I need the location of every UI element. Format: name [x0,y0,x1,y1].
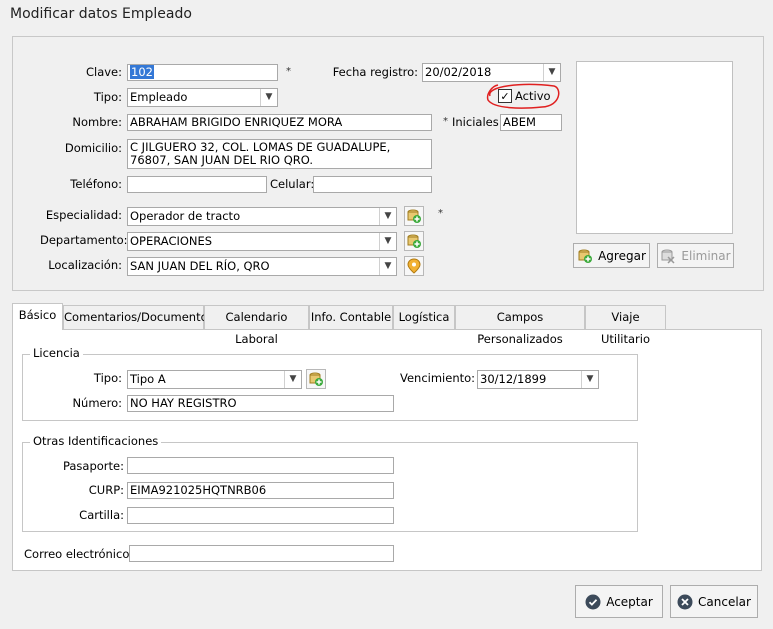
chevron-down-icon[interactable]: ▼ [581,371,598,388]
eliminar-photo-button[interactable]: Eliminar [657,243,734,268]
chevron-down-icon[interactable]: ▼ [543,64,560,81]
licencia-numero-label: Número: [72,396,122,410]
licencia-group-title: Licencia [30,346,83,360]
cartilla-label: Cartilla: [79,508,124,522]
tipo-select[interactable]: Empleado ▼ [127,88,278,107]
pasaporte-input[interactable] [127,457,394,474]
especialidad-label: Especialidad: [45,208,122,222]
chevron-down-icon[interactable]: ▼ [379,233,396,250]
iniciales-input[interactable]: ABEM [500,114,562,131]
curp-label: CURP: [88,483,124,497]
aceptar-button[interactable]: Aceptar [575,585,663,618]
window-title: Modificar datos Empleado [10,6,192,22]
agregar-photo-button[interactable]: Agregar [573,243,650,268]
tab-info-contable[interactable]: Info. Contable [309,305,393,329]
cartilla-input[interactable] [127,507,394,524]
tab-campos-personalizados[interactable]: Campos Personalizados [455,305,585,346]
domicilio-textarea[interactable]: C JILGUERO 32, COL. LOMAS DE GUADALUPE, … [127,139,432,169]
otras-identificaciones-title: Otras Identificaciones [30,434,162,448]
telefono-input[interactable] [127,176,267,193]
chevron-down-icon[interactable]: ▼ [379,258,396,275]
curp-input[interactable]: EIMA921025HQTNRB06 [127,482,394,499]
tab-calendario-laboral[interactable]: Calendario Laboral [204,305,309,346]
map-pin-icon [407,258,421,274]
clave-required-mark: * [286,66,291,77]
iniciales-label: Iniciales: [452,115,503,129]
employee-photo-box[interactable] [576,61,733,234]
tab-comentarios-documentos[interactable]: Comentarios/Documentos [63,305,214,329]
delete-db-icon [661,249,675,264]
nombre-label: Nombre: [72,115,122,129]
add-db-icon [407,234,421,248]
tipo-label: Tipo: [93,90,122,104]
add-db-icon [578,249,593,263]
nombre-required-mark: * [443,116,448,127]
especialidad-select[interactable]: Operador de tracto ▼ [127,207,397,226]
licencia-tipo-label: Tipo: [93,371,122,385]
localizacion-label: Localización: [48,258,122,272]
check-circle-icon [585,594,601,609]
red-annotation-circle [486,83,560,109]
vencimiento-label: Vencimiento: [400,371,476,385]
vencimiento-date-picker[interactable]: 30/12/1899 ▼ [477,370,599,389]
departamento-label: Departamento: [40,233,128,247]
celular-input[interactable] [313,176,432,193]
cancelar-button[interactable]: Cancelar [670,585,758,618]
celular-label: Celular: [270,177,315,191]
add-departamento-button[interactable] [404,231,424,251]
tab-logistica[interactable]: Logística [393,305,455,329]
add-db-icon [309,372,323,386]
add-especialidad-button[interactable] [404,206,424,226]
tab-basico[interactable]: Básico [12,303,63,330]
licencia-tipo-select[interactable]: Tipo A ▼ [127,370,302,389]
fecha-registro-label: Fecha registro: [332,65,418,79]
departamento-select[interactable]: OPERACIONES ▼ [127,232,397,251]
pasaporte-label: Pasaporte: [62,459,124,473]
add-licencia-tipo-button[interactable] [306,369,326,389]
especialidad-required-mark: * [438,208,443,219]
location-pin-button[interactable] [404,256,424,276]
clave-input[interactable]: 102 [127,64,278,81]
telefono-label: Teléfono: [70,177,122,191]
correo-label: Correo electrónico [24,547,130,561]
chevron-down-icon[interactable]: ▼ [284,371,301,388]
clave-label: Clave: [85,65,122,79]
domicilio-label: Domicilio: [64,141,122,155]
localizacion-select[interactable]: SAN JUAN DEL RÍO, QRO ▼ [127,257,397,276]
nombre-input[interactable]: ABRAHAM BRIGIDO ENRIQUEZ MORA [127,114,432,131]
licencia-numero-input[interactable]: NO HAY REGISTRO [127,395,394,412]
chevron-down-icon[interactable]: ▼ [379,208,396,225]
correo-input[interactable] [129,545,394,562]
close-circle-icon [677,594,693,609]
tab-viaje-utilitario[interactable]: Viaje Utilitario [585,305,666,346]
add-db-icon [407,209,421,223]
chevron-down-icon[interactable]: ▼ [260,89,277,106]
